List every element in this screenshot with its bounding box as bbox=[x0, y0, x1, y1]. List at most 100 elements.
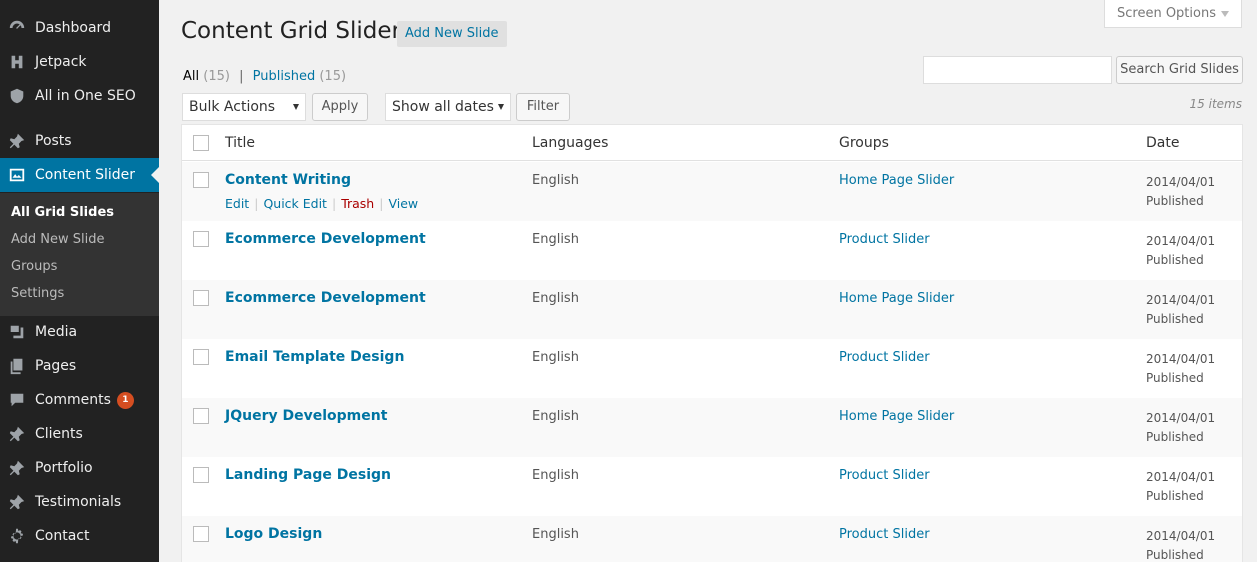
row-group-link[interactable]: Home Page Slider bbox=[839, 409, 954, 424]
menu-label: Posts bbox=[35, 133, 72, 149]
row-title-link[interactable]: Landing Page Design bbox=[225, 467, 391, 483]
pin-icon bbox=[7, 458, 27, 478]
row-status: Published bbox=[1146, 548, 1204, 562]
row-action-view[interactable]: View bbox=[388, 196, 418, 211]
row-group-link[interactable]: Home Page Slider bbox=[839, 173, 954, 188]
screen-options-button[interactable]: Screen Options bbox=[1104, 0, 1242, 28]
row-checkbox[interactable] bbox=[193, 408, 209, 424]
row-title-link[interactable]: Ecommerce Development bbox=[225, 290, 426, 306]
column-languages-header: Languages bbox=[532, 135, 609, 151]
menu-label: Clients bbox=[35, 426, 83, 442]
row-status: Published bbox=[1146, 253, 1204, 267]
row-date: 2014/04/01 Published bbox=[1146, 291, 1215, 329]
row-date-value: 2014/04/01 bbox=[1146, 234, 1216, 248]
jetpack-icon bbox=[7, 52, 27, 72]
row-action-quick-edit[interactable]: Quick Edit bbox=[263, 196, 327, 211]
table-row: Ecommerce Development English Product Sl… bbox=[182, 221, 1242, 280]
menu-label: Contact bbox=[35, 528, 90, 544]
row-title-link[interactable]: Email Template Design bbox=[225, 349, 404, 365]
dropdown-arrow-icon bbox=[498, 104, 504, 110]
date-filter-select[interactable]: Show all dates bbox=[385, 93, 511, 121]
menu-item-posts[interactable]: Posts bbox=[0, 124, 159, 158]
row-checkbox[interactable] bbox=[193, 231, 209, 247]
row-language: English bbox=[532, 291, 579, 306]
pin-icon bbox=[7, 131, 27, 151]
row-checkbox[interactable] bbox=[193, 172, 209, 188]
submenu-groups[interactable]: Groups bbox=[11, 259, 57, 274]
select-all-checkbox[interactable] bbox=[193, 135, 209, 151]
pages-icon bbox=[7, 356, 27, 376]
menu-item-testimonials[interactable]: Testimonials bbox=[0, 485, 159, 519]
row-group-link[interactable]: Product Slider bbox=[839, 527, 930, 542]
filter-all-link[interactable]: All bbox=[183, 69, 199, 84]
column-date-header[interactable]: Date bbox=[1146, 135, 1179, 151]
row-date: 2014/04/01 Published bbox=[1146, 468, 1215, 506]
row-title-link[interactable]: Ecommerce Development bbox=[225, 231, 426, 247]
add-new-slide-button[interactable]: Add New Slide bbox=[397, 21, 507, 47]
row-action-edit[interactable]: Edit bbox=[225, 196, 249, 211]
menu-item-contact[interactable]: Contact bbox=[0, 519, 159, 553]
menu-label: Dashboard bbox=[35, 20, 111, 36]
row-checkbox[interactable] bbox=[193, 526, 209, 542]
table-row: Logo Design English Product Slider 2014/… bbox=[182, 516, 1242, 562]
chevron-down-icon bbox=[1221, 10, 1229, 17]
admin-sidebar: Dashboard Jetpack All in One SEO Posts C… bbox=[0, 0, 159, 562]
row-title-link[interactable]: JQuery Development bbox=[225, 408, 387, 424]
menu-item-portfolio[interactable]: Portfolio bbox=[0, 451, 159, 485]
menu-item-jetpack[interactable]: Jetpack bbox=[0, 45, 159, 79]
row-title-link[interactable]: Logo Design bbox=[225, 526, 322, 542]
menu-item-dashboard[interactable]: Dashboard bbox=[0, 11, 159, 45]
row-group-link[interactable]: Home Page Slider bbox=[839, 291, 954, 306]
row-group-link[interactable]: Product Slider bbox=[839, 468, 930, 483]
menu-item-all-in-one-seo[interactable]: All in One SEO bbox=[0, 79, 159, 113]
menu-item-pages[interactable]: Pages bbox=[0, 349, 159, 383]
row-group-link[interactable]: Product Slider bbox=[839, 232, 930, 247]
search-grid-slides-button[interactable]: Search Grid Slides bbox=[1116, 56, 1243, 84]
search-input[interactable] bbox=[923, 56, 1112, 84]
row-date: 2014/04/01 Published bbox=[1146, 350, 1215, 388]
shield-icon bbox=[7, 86, 27, 106]
submenu-add-new-slide[interactable]: Add New Slide bbox=[11, 232, 105, 247]
row-language: English bbox=[532, 232, 579, 247]
table-row: Email Template Design English Product Sl… bbox=[182, 339, 1242, 398]
row-action-trash[interactable]: Trash bbox=[341, 196, 374, 211]
column-title-header[interactable]: Title bbox=[225, 135, 255, 151]
submenu-all-grid-slides[interactable]: All Grid Slides bbox=[11, 205, 114, 220]
menu-label: Portfolio bbox=[35, 460, 93, 476]
comments-count-badge: 1 bbox=[116, 391, 134, 409]
row-actions: Edit | Quick Edit | Trash | View bbox=[225, 196, 419, 211]
filter-button[interactable]: Filter bbox=[516, 93, 570, 121]
row-date: 2014/04/01 Published bbox=[1146, 527, 1215, 562]
row-date: 2014/04/01 Published bbox=[1146, 173, 1215, 211]
row-checkbox[interactable] bbox=[193, 349, 209, 365]
submenu-settings[interactable]: Settings bbox=[11, 286, 64, 301]
menu-item-comments[interactable]: Comments 1 bbox=[0, 383, 159, 417]
menu-item-media[interactable]: Media bbox=[0, 315, 159, 349]
menu-item-content-slider[interactable]: Content Slider bbox=[0, 158, 159, 192]
column-groups-header: Groups bbox=[839, 135, 889, 151]
row-date-value: 2014/04/01 bbox=[1146, 529, 1216, 543]
table-row: Ecommerce Development English Home Page … bbox=[182, 280, 1242, 339]
row-status: Published bbox=[1146, 371, 1204, 385]
bulk-actions-select[interactable]: Bulk Actions bbox=[182, 93, 306, 121]
row-group-link[interactable]: Product Slider bbox=[839, 350, 930, 365]
dropdown-arrow-icon bbox=[293, 104, 299, 110]
row-date-value: 2014/04/01 bbox=[1146, 175, 1216, 189]
comment-icon bbox=[7, 390, 27, 410]
menu-label: All in One SEO bbox=[35, 88, 136, 104]
row-language: English bbox=[532, 409, 579, 424]
gear-icon bbox=[7, 526, 27, 546]
row-status: Published bbox=[1146, 430, 1204, 444]
menu-item-clients[interactable]: Clients bbox=[0, 417, 159, 451]
content-slider-submenu: All Grid Slides Add New Slide Groups Set… bbox=[0, 193, 159, 316]
items-count: 15 items bbox=[1189, 97, 1242, 111]
row-checkbox[interactable] bbox=[193, 290, 209, 306]
row-title-link[interactable]: Content Writing bbox=[225, 172, 351, 188]
dashboard-icon bbox=[7, 18, 27, 38]
row-checkbox[interactable] bbox=[193, 467, 209, 483]
menu-label: Comments bbox=[35, 392, 111, 408]
apply-button[interactable]: Apply bbox=[312, 93, 368, 121]
menu-label: Pages bbox=[35, 358, 77, 374]
filter-published-link[interactable]: Published bbox=[253, 69, 316, 84]
table-header: Title Languages Groups Date bbox=[182, 125, 1242, 161]
